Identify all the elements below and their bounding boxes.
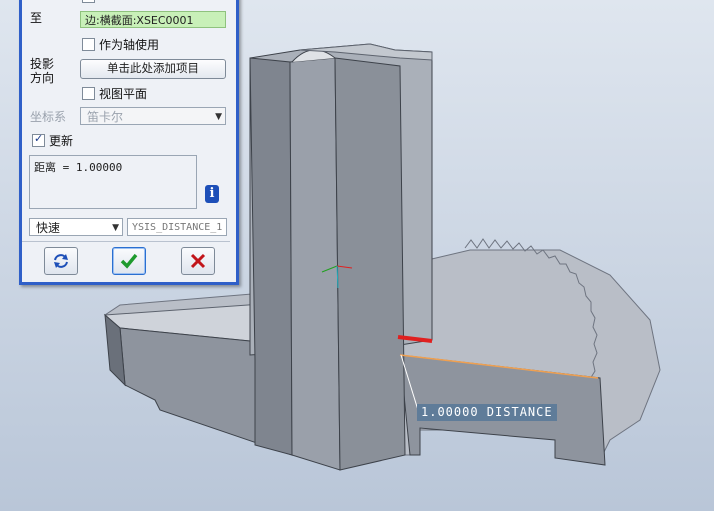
ok-button[interactable] [112, 247, 146, 275]
to-reference-field[interactable]: 边:横截面:XSEC0001 [80, 11, 226, 28]
repeat-button[interactable] [44, 247, 78, 275]
use-as-axis-checkbox[interactable] [82, 38, 95, 51]
add-item-button[interactable]: 单击此处添加项目 [80, 59, 226, 79]
shaft-left-face [249, 57, 293, 456]
shaft-inner-cylinder [289, 57, 341, 471]
projection-label-2: 方向 [30, 71, 55, 85]
mode-select[interactable]: 快速 ▼ [29, 218, 123, 236]
result-textarea[interactable]: 距离 = 1.00000 [29, 155, 197, 209]
shaft-right-face [334, 57, 406, 471]
analysis-name-field[interactable]: YSIS_DISTANCE_1 [127, 218, 227, 236]
to-label: 至 [30, 11, 43, 25]
use-as-axis-label: 作为轴使用 [99, 38, 160, 52]
chevron-down-icon: ▼ [215, 112, 222, 122]
mode-value: 快速 [36, 221, 61, 235]
checkmark-icon [120, 253, 138, 269]
update-checkbox[interactable] [32, 132, 45, 147]
view-plane-checkbox[interactable] [82, 87, 95, 100]
cycle-arrows-icon [54, 254, 68, 268]
chevron-down-icon: ▼ [112, 223, 119, 233]
update-label: 更新 [49, 134, 74, 148]
distance-analysis-dialog: 至 边:横截面:XSEC0001 作为轴使用 投影 方向 单击此处添加项目 视图… [19, 0, 239, 285]
divider [22, 241, 230, 242]
distance-annotation: 1.00000 DISTANCE [417, 404, 557, 421]
coord-system-value: 笛卡尔 [87, 110, 124, 124]
view-plane-label: 视图平面 [99, 87, 148, 101]
coord-system-select[interactable]: 笛卡尔 ▼ [80, 107, 226, 125]
top-partial-checkbox[interactable] [82, 0, 95, 3]
info-icon[interactable]: i [205, 185, 219, 203]
cancel-button[interactable] [181, 247, 215, 275]
close-x-icon [190, 253, 206, 269]
coord-system-label: 坐标系 [30, 110, 67, 124]
